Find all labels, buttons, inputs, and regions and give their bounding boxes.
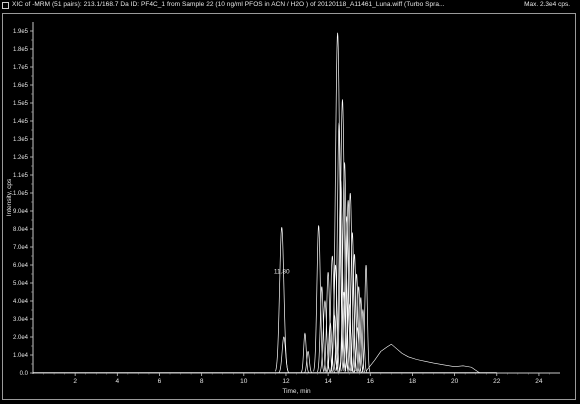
- y-tick-label: 5.0e4: [13, 281, 29, 287]
- y-tick-label: 1.2e5: [13, 155, 29, 161]
- y-tick-label: 1.0e5: [13, 191, 29, 197]
- x-tick-label: 16: [367, 378, 375, 385]
- window-header: XIC of -MRM (51 pairs): 213.1/168.7 Da I…: [0, 0, 580, 12]
- x-tick-label: 6: [158, 378, 162, 385]
- y-tick-label: 1.3e5: [13, 137, 29, 143]
- x-tick-label: 4: [116, 378, 120, 385]
- y-tick-label: 0.0: [20, 371, 29, 377]
- peak-trace: [278, 336, 290, 373]
- peak-trace: [304, 350, 313, 374]
- x-tick-label: 8: [200, 378, 204, 385]
- x-tick-label: 14: [325, 378, 333, 385]
- y-tick-label: 1.7e5: [13, 65, 29, 71]
- y-tick-label: 6.0e4: [13, 263, 29, 269]
- y-tick-label: 3.0e4: [13, 317, 29, 323]
- y-tick-label: 8.0e4: [13, 227, 29, 233]
- peak-annotation: 11.80: [274, 268, 290, 275]
- y-tick-label: 1.1e5: [13, 173, 29, 179]
- x-tick-label: 20: [451, 378, 459, 385]
- y-axis-label: Intensity, cps: [6, 178, 13, 216]
- y-tick-label: 2.0e4: [13, 335, 29, 341]
- y-tick-label: 1.0e4: [13, 353, 29, 359]
- x-tick-label: 22: [493, 378, 501, 385]
- x-tick-label: 18: [409, 378, 417, 385]
- window-icon[interactable]: [2, 2, 9, 9]
- chart-frame[interactable]: 0.0 1.0e4 2.0e4 3.0e4 4.0e4 5.0e4 6.0e4 7.0e4 8.…: [2, 13, 576, 400]
- y-tick-label: 1.8e5: [13, 47, 29, 53]
- x-tick-label: 12: [282, 378, 290, 385]
- y-tick-label: 1.4e5: [13, 119, 29, 125]
- y-tick-label: 1.9e5: [13, 29, 29, 35]
- y-tick-label: 4.0e4: [13, 299, 29, 305]
- peak-trace: [275, 227, 289, 372]
- max-intensity-label: Max. 2.3e4 cps.: [524, 1, 570, 8]
- x-tick-label: 10: [240, 378, 248, 385]
- y-tick-label: 7.0e4: [13, 245, 29, 251]
- broad-trace: [365, 343, 481, 374]
- x-axis-label: Time, min: [282, 388, 311, 395]
- y-tick-label: 1.6e5: [13, 83, 29, 89]
- y-tick-label: 1.5e5: [13, 101, 29, 107]
- header-title: XIC of -MRM (51 pairs): 213.1/168.7 Da I…: [12, 1, 445, 8]
- y-tick-label: 9.0e4: [13, 209, 29, 215]
- chromatogram-chart[interactable]: 0.0 1.0e4 2.0e4 3.0e4 4.0e4 5.0e4 6.0e4 7.0e4 8.…: [3, 14, 575, 399]
- x-tick-label: 2: [73, 378, 77, 385]
- x-tick-label: 24: [535, 378, 543, 385]
